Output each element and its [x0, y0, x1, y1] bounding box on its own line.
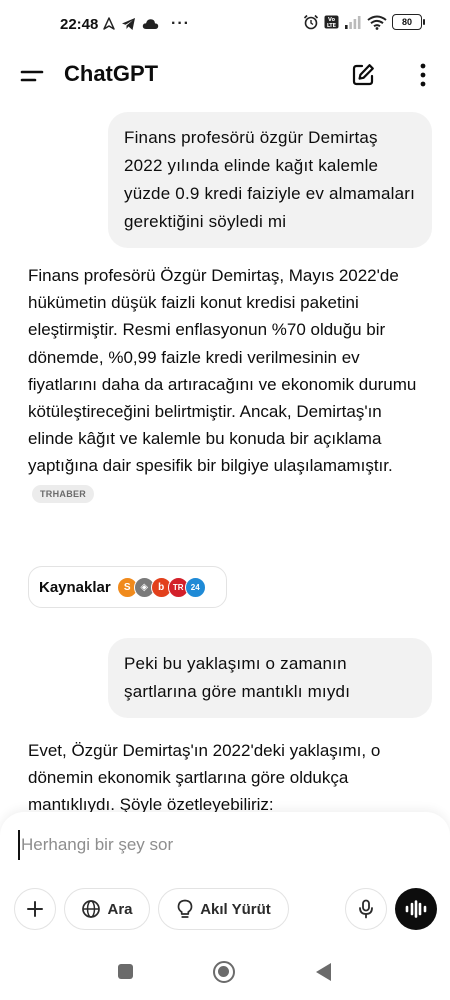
app-title[interactable]: ChatGPT: [64, 61, 158, 87]
voice-mode-icon: [405, 900, 427, 918]
system-nav-bar: [0, 944, 450, 1000]
user-message[interactable]: Peki bu yaklaşımı o zamanın şartlarına g…: [108, 638, 432, 718]
message-input[interactable]: Herhangi bir şey sor: [18, 830, 428, 860]
dictate-button[interactable]: [345, 888, 387, 930]
app-header: ChatGPT: [0, 50, 450, 100]
microphone-icon: [359, 899, 373, 919]
status-right-icons: Vo LTE 80: [303, 14, 425, 30]
recents-button[interactable]: [118, 964, 133, 979]
more-vertical-icon[interactable]: [418, 62, 428, 88]
source-logos: S ◈ b TR 24: [116, 576, 206, 598]
battery-indicator: 80: [392, 14, 425, 30]
assistant-message-text: Finans profesörü Özgür Demirtaş, Mayıs 2…: [28, 266, 417, 476]
sources-label: Kaynaklar: [39, 578, 111, 596]
back-button[interactable]: [316, 963, 331, 981]
alarm-icon: [303, 14, 319, 30]
status-time: 22:48: [60, 16, 99, 33]
globe-icon: [82, 900, 101, 918]
composer: Herhangi bir şey sor Ara Akıl Yürüt: [0, 812, 450, 944]
volte-icon: VoLTE: [324, 15, 339, 29]
search-label: Ara: [107, 900, 133, 918]
search-button[interactable]: Ara: [64, 888, 150, 930]
voice-mode-button[interactable]: [395, 888, 437, 930]
svg-text:LTE: LTE: [327, 23, 337, 29]
user-message[interactable]: Finans profesörü özgür Demirtaş 2022 yıl…: [108, 112, 432, 248]
composer-toolbar: Ara Akıl Yürüt: [14, 888, 437, 930]
telegram-icon: [122, 18, 135, 30]
more-status-icons: ···: [171, 15, 190, 32]
attach-button[interactable]: [14, 888, 56, 930]
new-chat-icon[interactable]: [350, 62, 376, 88]
signal-icon: [345, 16, 361, 29]
battery-level: 80: [401, 17, 412, 27]
reason-label: Akıl Yürüt: [200, 900, 271, 918]
menu-icon[interactable]: [20, 67, 44, 85]
plus-icon: [27, 901, 43, 917]
cloud-icon: [142, 19, 159, 29]
location-icon: [103, 17, 115, 30]
wifi-icon: [367, 15, 387, 30]
source-chip[interactable]: TRHABER: [32, 484, 95, 503]
assistant-message[interactable]: Evet, Özgür Demirtaş'ın 2022'deki yaklaş…: [28, 737, 423, 812]
status-bar: 22:48 ··· Vo LTE 80: [0, 0, 450, 50]
chat-thread[interactable]: Finans profesörü özgür Demirtaş 2022 yıl…: [0, 100, 450, 812]
reason-button[interactable]: Akıl Yürüt: [158, 888, 289, 930]
lightbulb-icon: [177, 899, 193, 918]
source-logo-24: 24: [184, 576, 206, 598]
status-left-icons: ···: [103, 15, 190, 33]
assistant-message[interactable]: Finans profesörü Özgür Demirtaş, Mayıs 2…: [28, 262, 423, 507]
home-button[interactable]: [213, 961, 235, 983]
sources-button[interactable]: Kaynaklar S ◈ b TR 24: [28, 566, 227, 608]
